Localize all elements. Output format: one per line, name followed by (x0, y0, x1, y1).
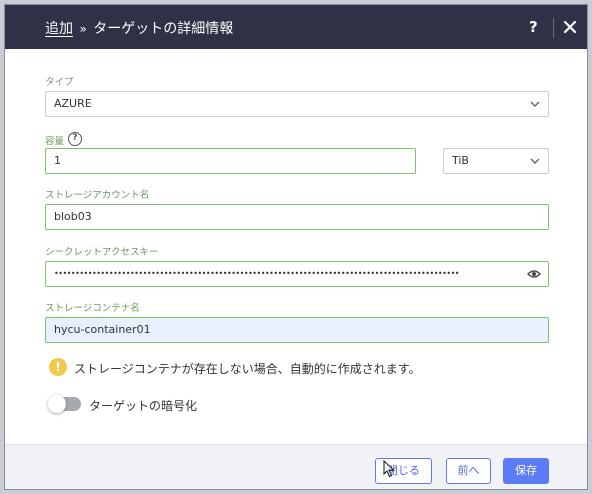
encryption-toggle-label: ターゲットの暗号化 (89, 399, 198, 413)
capacity-help-icon[interactable]: ? (68, 132, 82, 146)
encryption-toggle[interactable] (48, 395, 81, 413)
target-details-dialog: 追加 » ターゲットの詳細情報 ? タイプ AZURE 容量 ? 1 TiB ス… (4, 4, 588, 490)
chevron-down-icon (530, 101, 540, 107)
capacity-input-value: 1 (54, 154, 61, 167)
container-name-label: ストレージコンテナ名 (45, 303, 140, 314)
breadcrumb-separator: » (79, 22, 87, 36)
capacity-input[interactable]: 1 (45, 148, 416, 174)
warning-icon: ! (49, 358, 67, 376)
dialog-title: 追加 » ターゲットの詳細情報 (45, 18, 233, 38)
container-name-value: hycu-container01 (54, 323, 151, 336)
secret-key-label: シークレットアクセスキー (45, 247, 159, 258)
dialog-footer: 閉じる 前へ 保存 (5, 444, 587, 489)
account-name-label: ストレージアカウント名 (45, 190, 150, 201)
toggle-knob (48, 395, 66, 413)
chevron-down-icon (530, 158, 540, 164)
type-select[interactable]: AZURE (45, 91, 549, 117)
breadcrumb-add-link[interactable]: 追加 (45, 21, 73, 37)
secret-key-value: ••••••••••••••••••••••••••••••••••••••••… (54, 269, 460, 278)
container-name-input[interactable]: hycu-container01 (45, 317, 549, 343)
save-button[interactable]: 保存 (503, 458, 549, 484)
type-label: タイプ (45, 77, 74, 88)
capacity-unit-value: TiB (452, 154, 469, 167)
capacity-label: 容量 (45, 136, 65, 147)
close-icon[interactable] (562, 19, 578, 35)
back-button[interactable]: 前へ (446, 458, 491, 484)
header-divider (553, 18, 554, 38)
type-select-value: AZURE (54, 97, 92, 110)
mouse-cursor-icon (383, 460, 395, 478)
secret-key-input[interactable]: ••••••••••••••••••••••••••••••••••••••••… (45, 261, 549, 287)
capacity-unit-select[interactable]: TiB (443, 148, 549, 174)
eye-icon[interactable] (527, 269, 541, 279)
warning-message: ストレージコンテナが存在しない場合、自動的に作成されます。 (74, 362, 421, 376)
account-name-value: blob03 (54, 210, 92, 223)
page-title: ターゲットの詳細情報 (93, 21, 234, 37)
help-icon[interactable]: ? (529, 18, 538, 36)
dialog-header: 追加 » ターゲットの詳細情報 ? (5, 5, 587, 49)
account-name-input[interactable]: blob03 (45, 204, 549, 230)
